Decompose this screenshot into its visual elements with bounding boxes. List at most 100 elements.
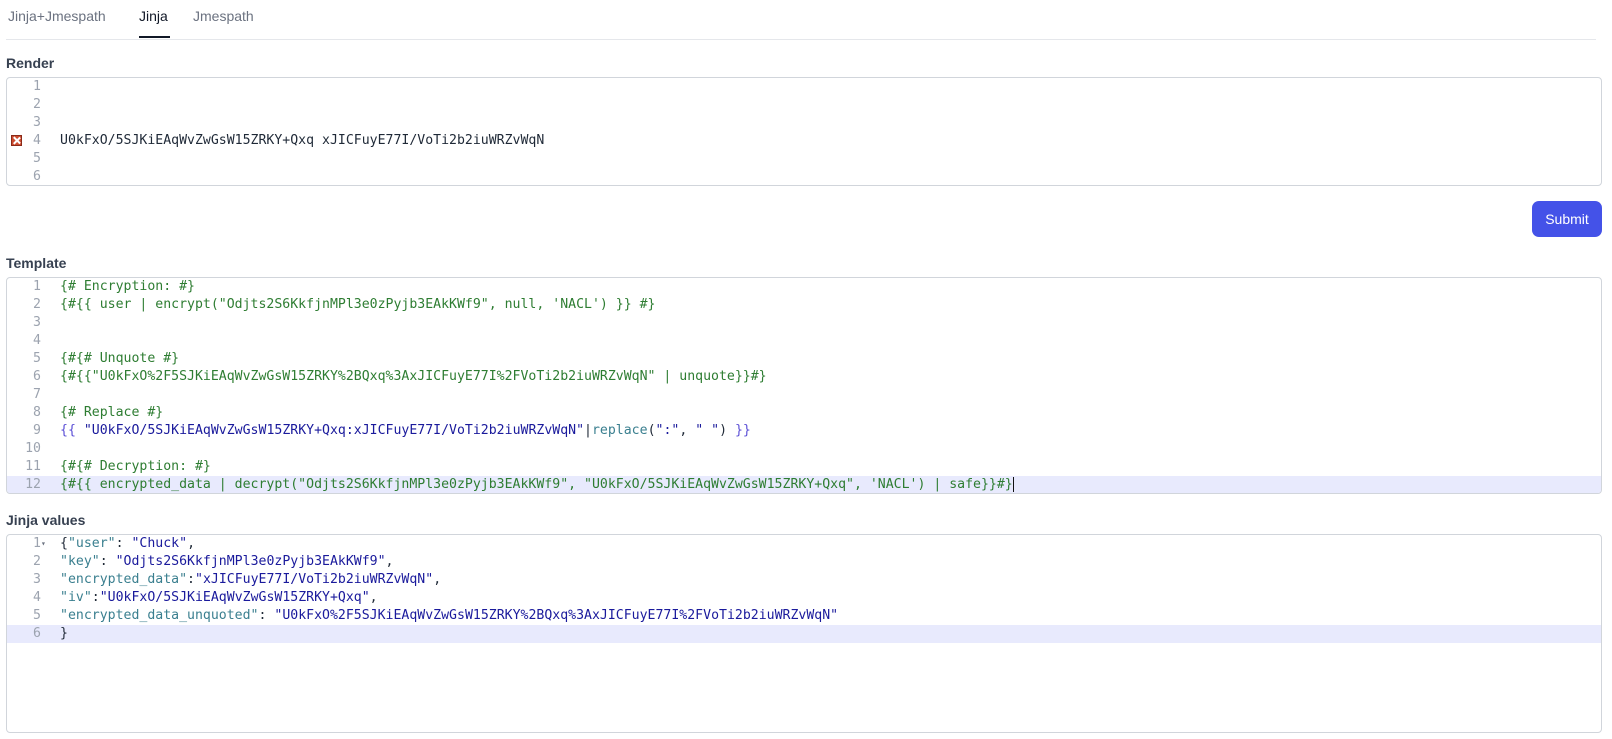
line-number: 3 [33, 115, 41, 130]
code-token: : [115, 536, 132, 551]
line-number: 12 [25, 477, 41, 492]
line-number: 1 [33, 79, 41, 94]
code-line: 10 [7, 440, 1601, 458]
code-line: 4 [7, 332, 1601, 350]
line-number: 4 [33, 333, 41, 348]
line-number: 5 [33, 351, 41, 366]
code-token: : [258, 608, 275, 623]
code-text: "key": "Odjts2S6KkfjnMPl3e0zPyjb3EAkKWf9… [60, 553, 394, 571]
code-token: {# Encryption: #} [60, 279, 195, 294]
fold-arrow-icon[interactable]: ▾ [41, 535, 46, 553]
line-number: 1 [33, 536, 41, 551]
code-text: {# Replace #} [60, 404, 163, 422]
code-text: {#{# Unquote #} [60, 350, 179, 368]
line-number: 2 [33, 554, 41, 569]
code-text: U0kFxO/5SJKiEAqWvZwGsW15ZRKY+Qxq xJICFuy… [60, 133, 545, 148]
code-line: 5 [7, 150, 1601, 168]
code-token: , [433, 572, 442, 587]
code-token: ":" [655, 423, 680, 438]
code-token: }} [734, 423, 751, 438]
code-token: "key" [60, 554, 100, 569]
code-text: {{ "U0kFxO/5SJKiEAqWvZwGsW15ZRKY+Qxq:xJI… [60, 422, 751, 440]
tab-bar: Jinja+Jmespath Jinja Jmespath [6, 0, 1596, 40]
code-token: "U0kFxO/5SJKiEAqWvZwGsW15ZRKY+Qxq:xJICFu… [83, 423, 585, 438]
code-token: } [60, 626, 68, 641]
code-token: "iv" [60, 590, 92, 605]
code-token: {#{{"U0kFxO%2F5SJKiEAqWvZwGsW15ZRKY%2BQx… [60, 369, 767, 384]
jinja-values-label: Jinja values [6, 512, 86, 528]
code-token: "xJICFuyE77I/VoTi2b2iuWRZvWqN" [195, 572, 434, 587]
line-number: 7 [33, 387, 41, 402]
line-number: 6 [33, 169, 41, 184]
line-number: 2 [33, 297, 41, 312]
code-token: "user" [67, 536, 116, 551]
code-line: 5 "encrypted_data_unquoted": "U0kFxO%2F5S… [7, 607, 1601, 625]
code-token: "Odjts2S6KkfjnMPl3e0zPyjb3EAkKWf9" [115, 554, 386, 569]
code-line: 5 {#{# Unquote #} [7, 350, 1601, 368]
code-token: "encrypted_data_unquoted" [60, 608, 259, 623]
line-number: 3 [33, 572, 41, 587]
code-line: 1 ▾ {"user": "Chuck", [7, 535, 1601, 553]
text-cursor [1012, 476, 1014, 492]
line-number: 5 [33, 608, 41, 623]
code-token: { [60, 536, 68, 551]
line-number: 6 [33, 369, 41, 384]
code-text: {#{{ user | encrypt("Odjts2S6KkfjnMPl3e0… [60, 296, 655, 314]
submit-button[interactable]: Submit [1532, 201, 1602, 237]
code-line: 6 [7, 168, 1601, 185]
template-label: Template [6, 255, 67, 271]
code-token: , [385, 554, 394, 569]
code-token: {#{# Unquote #} [60, 351, 180, 366]
tab-jinja-jmespath[interactable]: Jinja+Jmespath [8, 8, 106, 24]
code-token: , [369, 590, 378, 605]
code-token: , [187, 536, 196, 551]
code-token: "Chuck" [131, 536, 188, 551]
code-line: 2 {#{{ user | encrypt("Odjts2S6KkfjnMPl3e… [7, 296, 1601, 314]
code-text: "encrypted_data_unquoted": "U0kFxO%2F5SJ… [60, 607, 838, 625]
code-token: : [91, 590, 100, 605]
line-number: 10 [25, 441, 41, 456]
code-token: "encrypted_data" [60, 572, 188, 587]
line-number: 2 [33, 97, 41, 112]
code-line: 6 {#{{"U0kFxO%2F5SJKiEAqWvZwGsW15ZRKY%2BQ… [7, 368, 1601, 386]
render-output[interactable]: 1 2 3 4 U0kFxO/5SJKiEAqWvZwGsW15ZRKY+Qxq xJI… [6, 77, 1602, 186]
code-line: 4 "iv":"U0kFxO/5SJKiEAqWvZwGsW15ZRKY+Qxq"… [7, 589, 1601, 607]
code-line: 7 [7, 386, 1601, 404]
code-text: {# Encryption: #} [60, 278, 195, 296]
code-line: 3 [7, 314, 1601, 332]
code-text: {#{{ encrypted_data | decrypt("Odjts2S6K… [60, 476, 1014, 493]
code-text: } [60, 625, 68, 643]
code-token: : [99, 554, 116, 569]
error-marker-icon[interactable] [11, 135, 22, 146]
code-text: "iv":"U0kFxO/5SJKiEAqWvZwGsW15ZRKY+Qxq", [60, 589, 378, 607]
code-token: ( [647, 423, 656, 438]
tab-jinja[interactable]: Jinja [139, 8, 168, 24]
code-token: {# Replace #} [60, 405, 164, 420]
template-editor[interactable]: 1 {# Encryption: #} 2 {#{{ user | encrypt("… [6, 277, 1602, 494]
code-token: {#{{ user | encrypt("Odjts2S6KkfjnMPl3e0… [60, 297, 656, 312]
code-token: | [584, 423, 592, 438]
code-text: "encrypted_data":"xJICFuyE77I/VoTi2b2iuW… [60, 571, 441, 589]
code-line: 8 {# Replace #} [7, 404, 1601, 422]
code-line: 11 {#{# Decryption: #} [7, 458, 1601, 476]
code-text: {#{{"U0kFxO%2F5SJKiEAqWvZwGsW15ZRKY%2BQx… [60, 368, 767, 386]
line-number: 9 [33, 423, 41, 438]
jinja-values-editor[interactable]: 1 ▾ {"user": "Chuck", 2 "key": "Odjts2S6Kkfj… [6, 534, 1602, 733]
code-token: " " [695, 423, 720, 438]
code-line: 4 U0kFxO/5SJKiEAqWvZwGsW15ZRKY+Qxq xJICFu… [7, 132, 1601, 150]
code-token: replace [591, 423, 648, 438]
code-line: 12 {#{{ encrypted_data | decrypt("Odjts2S… [7, 476, 1601, 493]
line-number: 8 [33, 405, 41, 420]
code-line: 2 "key": "Odjts2S6KkfjnMPl3e0zPyjb3EAkKWf… [7, 553, 1601, 571]
code-token: ) [719, 423, 735, 438]
code-token: "U0kFxO%2F5SJKiEAqWvZwGsW15ZRKY%2BQxq%3A… [274, 608, 839, 623]
code-line: 6} [7, 625, 1601, 643]
code-line: 3 "encrypted_data":"xJICFuyE77I/VoTi2b2iu… [7, 571, 1601, 589]
tab-jmespath[interactable]: Jmespath [193, 8, 254, 24]
line-number: 3 [33, 315, 41, 330]
line-number: 11 [25, 459, 41, 474]
line-number: 1 [33, 279, 41, 294]
render-label: Render [6, 55, 55, 71]
code-line: 1 {# Encryption: #} [7, 278, 1601, 296]
line-number: 6 [33, 626, 41, 641]
